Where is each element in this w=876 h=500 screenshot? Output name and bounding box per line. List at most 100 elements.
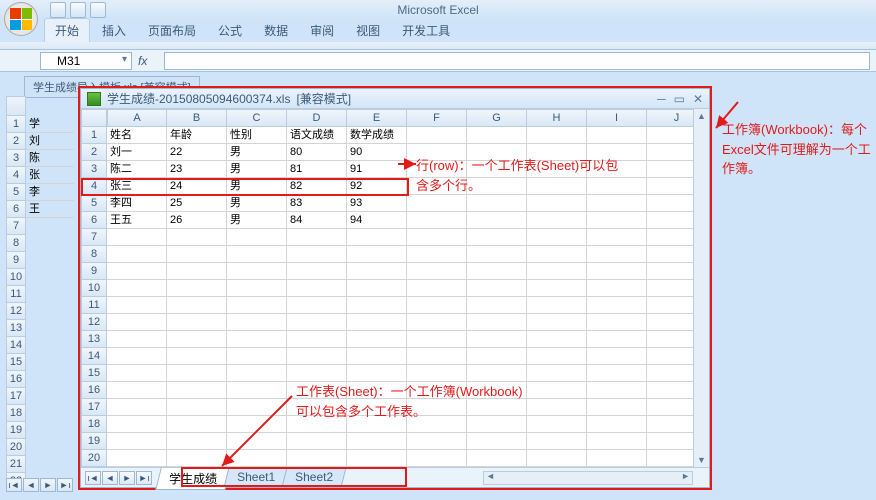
- cell[interactable]: 94: [347, 212, 407, 229]
- cell[interactable]: [467, 331, 527, 348]
- cell[interactable]: [167, 297, 227, 314]
- cell[interactable]: 男: [227, 212, 287, 229]
- row-header[interactable]: 14: [81, 348, 107, 365]
- cell[interactable]: 92: [347, 178, 407, 195]
- row-header[interactable]: 11: [81, 297, 107, 314]
- row-header[interactable]: 20: [81, 450, 107, 467]
- row-header[interactable]: 19: [81, 433, 107, 450]
- cell[interactable]: [407, 127, 467, 144]
- bg-cell[interactable]: 王: [26, 201, 74, 218]
- cell[interactable]: [287, 450, 347, 467]
- cell[interactable]: [347, 433, 407, 450]
- cell[interactable]: [227, 331, 287, 348]
- cell[interactable]: 82: [287, 178, 347, 195]
- cell[interactable]: [407, 331, 467, 348]
- cell[interactable]: [107, 246, 167, 263]
- cell[interactable]: [347, 348, 407, 365]
- bg-row-header[interactable]: 12: [6, 303, 26, 320]
- ribbon-tab-home[interactable]: 开始: [44, 18, 90, 42]
- cell[interactable]: [527, 348, 587, 365]
- bg-row-header[interactable]: 20: [6, 439, 26, 456]
- bg-row-header[interactable]: 9: [6, 252, 26, 269]
- ribbon-tab-insert[interactable]: 插入: [92, 19, 136, 42]
- bg-row-header[interactable]: 13: [6, 320, 26, 337]
- ribbon-tab-formulas[interactable]: 公式: [208, 19, 252, 42]
- cell[interactable]: [587, 263, 647, 280]
- cell[interactable]: [167, 348, 227, 365]
- column-header[interactable]: B: [167, 109, 227, 127]
- vertical-scrollbar[interactable]: [693, 109, 709, 467]
- cell[interactable]: [587, 450, 647, 467]
- row-header[interactable]: 17: [81, 399, 107, 416]
- row-header[interactable]: 6: [81, 212, 107, 229]
- cell[interactable]: [467, 297, 527, 314]
- nav-next-icon[interactable]: ►: [40, 478, 56, 492]
- cell[interactable]: [287, 297, 347, 314]
- cell[interactable]: [287, 229, 347, 246]
- cell[interactable]: 23: [167, 161, 227, 178]
- cell[interactable]: [407, 280, 467, 297]
- tab-nav-next-icon[interactable]: ►: [119, 471, 135, 485]
- bg-row-header[interactable]: [6, 96, 26, 116]
- cell[interactable]: [467, 450, 527, 467]
- cell[interactable]: [587, 212, 647, 229]
- cell[interactable]: [347, 229, 407, 246]
- ribbon-tab-data[interactable]: 数据: [254, 19, 298, 42]
- cell[interactable]: [587, 127, 647, 144]
- cell[interactable]: 姓名: [107, 127, 167, 144]
- name-box[interactable]: M31: [40, 52, 132, 70]
- cell[interactable]: [347, 450, 407, 467]
- cell[interactable]: [407, 433, 467, 450]
- cell[interactable]: 83: [287, 195, 347, 212]
- restore-icon[interactable]: ▭: [674, 92, 685, 106]
- cell[interactable]: [167, 246, 227, 263]
- cell[interactable]: [227, 365, 287, 382]
- bg-row-header[interactable]: 11: [6, 286, 26, 303]
- row-header[interactable]: 9: [81, 263, 107, 280]
- cell[interactable]: [467, 365, 527, 382]
- cell[interactable]: [167, 331, 227, 348]
- row-header[interactable]: 15: [81, 365, 107, 382]
- column-header[interactable]: I: [587, 109, 647, 127]
- cell[interactable]: [467, 433, 527, 450]
- column-header[interactable]: G: [467, 109, 527, 127]
- cell[interactable]: [107, 450, 167, 467]
- cell[interactable]: [527, 433, 587, 450]
- cell[interactable]: [527, 127, 587, 144]
- cell[interactable]: 男: [227, 161, 287, 178]
- cell[interactable]: 24: [167, 178, 227, 195]
- cell[interactable]: 男: [227, 195, 287, 212]
- cell[interactable]: [527, 280, 587, 297]
- cell[interactable]: [527, 416, 587, 433]
- column-header[interactable]: E: [347, 109, 407, 127]
- cell[interactable]: [107, 433, 167, 450]
- cell[interactable]: [587, 416, 647, 433]
- ribbon-tab-view[interactable]: 视图: [346, 19, 390, 42]
- cell[interactable]: [407, 246, 467, 263]
- cell[interactable]: [407, 229, 467, 246]
- row-header[interactable]: 4: [81, 178, 107, 195]
- cell[interactable]: [587, 365, 647, 382]
- cell[interactable]: [527, 331, 587, 348]
- ribbon-tab-pagelayout[interactable]: 页面布局: [138, 19, 206, 42]
- cell[interactable]: [407, 314, 467, 331]
- cell[interactable]: 26: [167, 212, 227, 229]
- bg-cell[interactable]: 陈: [26, 150, 74, 167]
- cell[interactable]: 93: [347, 195, 407, 212]
- cell[interactable]: [587, 399, 647, 416]
- bg-cell[interactable]: 刘: [26, 133, 74, 150]
- cell[interactable]: [287, 433, 347, 450]
- cell[interactable]: 80: [287, 144, 347, 161]
- cell[interactable]: [107, 314, 167, 331]
- cell[interactable]: 数学成绩: [347, 127, 407, 144]
- cell[interactable]: [347, 331, 407, 348]
- cell[interactable]: [347, 246, 407, 263]
- cell[interactable]: [107, 399, 167, 416]
- cell[interactable]: [107, 382, 167, 399]
- bg-row-header[interactable]: 5: [6, 184, 26, 201]
- bg-row-header[interactable]: 16: [6, 371, 26, 388]
- cell[interactable]: [527, 263, 587, 280]
- cell[interactable]: [527, 246, 587, 263]
- cell[interactable]: 语文成绩: [287, 127, 347, 144]
- fx-icon[interactable]: fx: [138, 54, 158, 68]
